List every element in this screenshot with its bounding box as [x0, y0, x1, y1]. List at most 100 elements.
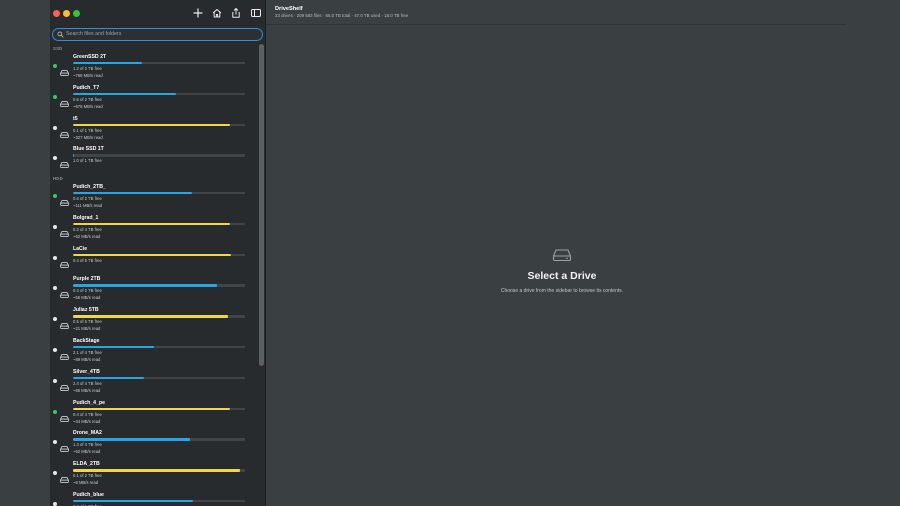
read-speed-label: ~768 MB/s read [73, 73, 103, 78]
status-indicator [53, 224, 57, 229]
home-icon[interactable] [211, 7, 223, 19]
close-window-button[interactable] [53, 10, 60, 17]
drive-row[interactable]: Drone_MA2 1.3 of 4 TB free ~62 MB/s read [50, 430, 250, 460]
drive-name: Silver_4TB [73, 368, 100, 375]
drive-row[interactable]: ELDA_2TB 0.1 of 2 TB free ~8 MB/s read [50, 461, 250, 491]
usage-bar-fill [73, 469, 240, 472]
drive-name: Bolgrad_1 [73, 214, 99, 221]
drive-row[interactable]: Blue SSD 1T 1.0 of 1 TB free [50, 146, 250, 176]
read-speed-label: ~327 MB/s read [73, 134, 103, 140]
drive-row[interactable]: Juliaz 5TB 0.5 of 5 TB free ~21 MB/s read [50, 307, 250, 337]
read-speed-label: ~44 MB/s read [73, 418, 101, 424]
read-speed-label: ~8 MB/s read [73, 480, 99, 486]
search-placeholder: Search files and folders [66, 31, 122, 37]
usage-bar-fill [73, 346, 154, 349]
read-speed-label: ~56 MB/s read [73, 295, 101, 301]
free-space-label: 0.3 of 2 TB free [73, 288, 102, 294]
drive-row[interactable]: LaCie 0.4 of 5 TB free [50, 246, 250, 276]
usage-bar [73, 253, 245, 256]
hard-drive-icon [60, 224, 69, 237]
hard-drive-icon [60, 316, 69, 329]
drive-row[interactable]: Bolgrad_1 0.3 of 4 TB free ~62 MB/s read [50, 215, 250, 245]
drive-row[interactable]: BackStage 2.1 of 4 TB free ~89 MB/s read [50, 338, 250, 368]
usage-bar [73, 62, 245, 65]
drive-row[interactable]: Pudich_2TB_ 0.6 of 2 TB free ~111 MB/s rea… [50, 184, 250, 214]
section-header-ssd: SSD [53, 46, 63, 51]
read-speed-label: ~62 MB/s read [73, 449, 101, 455]
read-speed-label: ~89 MB/s read [73, 357, 101, 362]
free-space-label: 0.4 of 5 TB free [73, 257, 102, 263]
drive-row[interactable]: GreenSSD 2T 1.2 of 2 TB free ~768 MB/s rea… [50, 54, 250, 84]
read-speed-label: ~86 MB/s read [73, 387, 101, 393]
status-indicator [53, 125, 57, 130]
usage-bar [73, 154, 245, 157]
usage-bar-fill [73, 62, 142, 65]
usage-bar [73, 469, 245, 472]
library-stats: 23 drives · 209 583 files · 65.0 TB tota… [275, 13, 409, 18]
drive-name: Drone_MA2 [73, 430, 102, 437]
minimize-window-button[interactable] [63, 10, 70, 17]
free-space-label: 2.1 of 4 TB free [73, 350, 102, 355]
drive-row[interactable]: Pudich_4_pe 0.4 of 4 TB free ~44 MB/s read [50, 400, 250, 430]
drive-name: Pudich_2TB_ [73, 184, 106, 190]
free-space-label: 0.1 of 1 TB free [73, 127, 102, 133]
hard-drive-icon [60, 94, 69, 107]
sidebar-scrollbar[interactable] [259, 44, 264, 366]
status-indicator [53, 317, 57, 322]
drive-row[interactable]: t5 0.1 of 1 TB free ~327 MB/s read [50, 116, 250, 146]
add-icon[interactable] [192, 7, 204, 19]
status-indicator [53, 94, 57, 99]
drive-name: t5 [73, 115, 78, 122]
usage-bar [73, 438, 245, 441]
zoom-window-button[interactable] [73, 10, 80, 17]
share-icon[interactable] [230, 7, 242, 19]
status-indicator [53, 471, 57, 476]
usage-bar [73, 376, 245, 380]
usage-bar-fill [73, 376, 144, 380]
sidebar: Search files and folders SSD GreenSSD 2T… [50, 0, 266, 506]
free-space-label: 2.4 of 4 TB free [73, 380, 102, 386]
usage-bar [73, 500, 245, 503]
usage-bar-fill [73, 123, 230, 126]
usage-bar [73, 222, 245, 226]
drive-row[interactable]: Purple 2TB 0.3 of 2 TB free ~56 MB/s read [50, 276, 250, 306]
drive-row[interactable]: Pudich_blue0.3 of 1 TB free [50, 492, 250, 506]
usage-bar [73, 346, 245, 349]
drive-name: Pudich_4_pe [73, 399, 106, 406]
drive-row[interactable]: Pudich_T7 0.6 of 2 TB free ~678 MB/s read [50, 85, 250, 115]
free-space-label: 0.6 of 2 TB free [73, 196, 102, 201]
status-indicator [53, 286, 57, 291]
usage-bar [73, 92, 245, 96]
drive-name: Juliaz 5TB [73, 307, 99, 314]
status-indicator [53, 409, 57, 414]
hard-drive-icon [60, 155, 69, 169]
usage-bar-fill [73, 284, 218, 287]
empty-state-title: Select a Drive [527, 270, 597, 282]
read-speed-label: ~62 MB/s read [73, 233, 101, 239]
hard-drive-icon [552, 249, 572, 262]
drive-name: Blue SSD 1T [73, 146, 104, 153]
titlebar [50, 4, 265, 24]
hard-drive-icon [60, 347, 69, 360]
section-header-hdd: HDD [53, 176, 63, 181]
hard-drive-icon [60, 409, 69, 422]
status-indicator [53, 64, 57, 68]
drive-name: LaCie [73, 245, 88, 252]
search-input[interactable]: Search files and folders [52, 28, 263, 41]
free-space-label: 0.3 of 4 TB free [73, 226, 102, 232]
usage-bar-fill [73, 438, 190, 441]
usage-bar [73, 284, 245, 287]
drive-name: Purple 2TB [73, 276, 101, 283]
hard-drive-icon [60, 63, 69, 76]
sidebar-toggle-icon[interactable] [250, 7, 262, 19]
free-space-label: 0.6 of 2 TB free [73, 96, 102, 102]
hard-drive-icon [60, 501, 69, 506]
header-divider [266, 24, 846, 25]
drive-row[interactable]: Silver_4TB 2.4 of 4 TB free ~86 MB/s read [50, 369, 250, 399]
usage-bar [73, 123, 245, 126]
hard-drive-icon [60, 470, 69, 483]
drive-name: GreenSSD 2T [73, 54, 107, 60]
usage-bar [73, 192, 245, 195]
free-space-label: 0.5 of 5 TB free [73, 319, 102, 325]
status-indicator [53, 156, 57, 161]
